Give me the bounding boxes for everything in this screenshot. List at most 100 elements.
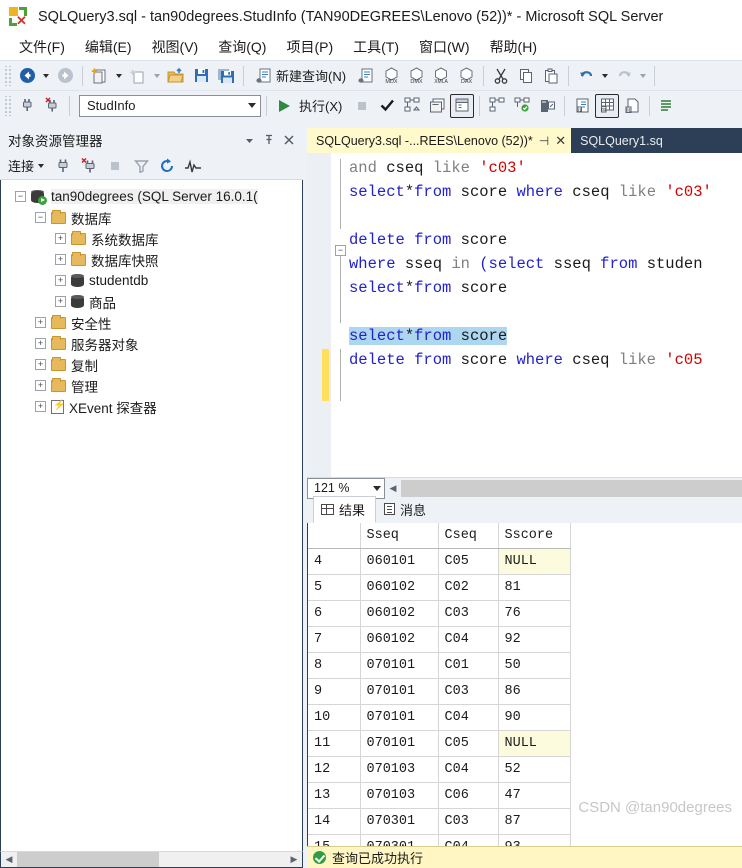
cell-sseq[interactable]: 070103 xyxy=(360,756,439,783)
results-to-text-icon[interactable]: 01 xyxy=(570,94,594,118)
code-lines[interactable]: − and cseq like 'c03' select*from score … xyxy=(331,153,742,477)
new-dmx-query-icon[interactable]: DMX xyxy=(404,64,428,88)
table-row[interactable]: 11 070101 C05 NULL xyxy=(308,730,571,757)
close-icon[interactable] xyxy=(279,130,299,150)
redo-icon[interactable] xyxy=(612,64,636,88)
results-to-grid-icon[interactable]: 01 xyxy=(595,93,620,118)
cell-sseq[interactable]: 060101 xyxy=(360,548,439,575)
menu-help[interactable]: 帮助(H) xyxy=(481,35,546,59)
cell-cseq[interactable]: C04 xyxy=(438,704,499,731)
cell-cseq[interactable]: C05 xyxy=(438,730,499,757)
cell-sscore[interactable]: 90 xyxy=(498,704,571,731)
cell-cseq[interactable]: C04 xyxy=(438,626,499,653)
database-selector[interactable]: StudInfo xyxy=(79,94,261,117)
copy-icon[interactable] xyxy=(514,64,538,88)
pin-icon[interactable] xyxy=(259,130,279,150)
tree-node-server-objects[interactable]: + 服务器对象 xyxy=(1,333,302,354)
tree-node-system-databases[interactable]: + 系统数据库 xyxy=(1,228,302,249)
filter-icon[interactable] xyxy=(129,155,153,177)
table-row[interactable]: 14 070301 C03 87 xyxy=(308,808,571,835)
include-actual-plan-icon[interactable] xyxy=(450,93,475,118)
table-row[interactable]: 6 060102 C03 76 xyxy=(308,600,571,627)
cell-cseq[interactable]: C03 xyxy=(438,808,499,835)
new-dax-query-icon[interactable]: DAX xyxy=(454,64,478,88)
column-header-rownum[interactable] xyxy=(308,522,361,549)
expander-plus-icon[interactable]: + xyxy=(35,359,46,370)
cell-cseq[interactable]: C01 xyxy=(438,652,499,679)
cell-sscore[interactable]: 86 xyxy=(498,678,571,705)
cell-cseq[interactable]: C03 xyxy=(438,678,499,705)
cell-sscore[interactable]: 93 xyxy=(498,834,571,846)
table-row[interactable]: 7 060102 C04 92 xyxy=(308,626,571,653)
cell-sseq[interactable]: 070301 xyxy=(360,834,439,846)
refresh-icon[interactable] xyxy=(155,155,179,177)
save-icon[interactable] xyxy=(189,64,213,88)
connect-icon[interactable] xyxy=(15,94,39,118)
toolbar-grip[interactable] xyxy=(4,95,12,116)
navigate-back-dropdown-icon[interactable] xyxy=(43,73,49,78)
table-row[interactable]: 12 070103 C04 52 xyxy=(308,756,571,783)
tab-messages[interactable]: 消息 xyxy=(376,496,437,523)
tab-sqlquery1[interactable]: SQLQuery1.sq xyxy=(571,128,668,153)
sqlcmd-mode-icon[interactable] xyxy=(535,94,559,118)
expander-plus-icon[interactable]: + xyxy=(55,233,66,244)
cell-cseq[interactable]: C04 xyxy=(438,834,499,846)
new-query-button[interactable]: 新建查询(N) xyxy=(249,64,353,88)
cell-sscore[interactable]: 50 xyxy=(498,652,571,679)
tree-node-database-snapshots[interactable]: + 数据库快照 xyxy=(1,249,302,270)
expander-plus-icon[interactable]: + xyxy=(55,275,66,286)
menu-project[interactable]: 项目(P) xyxy=(277,35,342,59)
close-icon[interactable]: ✕ xyxy=(555,134,566,147)
menu-view[interactable]: 视图(V) xyxy=(143,35,208,59)
menu-query[interactable]: 查询(Q) xyxy=(209,35,275,59)
disconnect-icon[interactable] xyxy=(40,94,64,118)
cell-cseq[interactable]: C06 xyxy=(438,782,499,809)
navigate-back-icon[interactable] xyxy=(15,64,39,88)
new-analysis-query-icon[interactable] xyxy=(354,64,378,88)
expander-plus-icon[interactable]: + xyxy=(35,380,46,391)
table-row[interactable]: 4 060101 C05 NULL xyxy=(308,548,571,575)
cell-sseq[interactable]: 070103 xyxy=(360,782,439,809)
cell-cseq[interactable]: C02 xyxy=(438,574,499,601)
save-all-icon[interactable] xyxy=(214,64,238,88)
scrollbar-thumb[interactable] xyxy=(17,852,159,867)
cell-sseq[interactable]: 070301 xyxy=(360,808,439,835)
stop-icon[interactable] xyxy=(103,155,127,177)
results-grid[interactable]: Sseq Cseq Sscore 4 060101 C05 NULL 5 060102 C… xyxy=(307,522,742,846)
connect-icon[interactable] xyxy=(51,155,75,177)
activity-monitor-icon[interactable] xyxy=(181,155,205,177)
menu-tools[interactable]: 工具(T) xyxy=(344,35,408,59)
new-item-dropdown-icon[interactable] xyxy=(154,73,160,78)
new-mdx-query-icon[interactable]: MDX xyxy=(379,64,403,88)
cell-sseq[interactable]: 060102 xyxy=(360,574,439,601)
table-row[interactable]: 15070301C0493 xyxy=(308,834,571,846)
pin-icon[interactable]: ⊣ xyxy=(539,134,549,148)
expander-plus-icon[interactable]: + xyxy=(35,338,46,349)
new-xmla-query-icon[interactable]: XMLA xyxy=(429,64,453,88)
new-project-dropdown-icon[interactable] xyxy=(116,73,122,78)
table-row[interactable]: 9 070101 C03 86 xyxy=(308,678,571,705)
display-estimated-plan-icon[interactable] xyxy=(400,94,424,118)
column-header-sseq[interactable]: Sseq xyxy=(360,522,439,549)
object-explorer-hscrollbar[interactable]: ◀ ▶ xyxy=(0,851,303,868)
parse-check-icon[interactable] xyxy=(375,94,399,118)
cell-sseq[interactable]: 060102 xyxy=(360,626,439,653)
results-to-file-icon[interactable]: 01 xyxy=(620,94,644,118)
new-project-icon[interactable] xyxy=(88,64,112,88)
undo-dropdown-icon[interactable] xyxy=(602,73,609,78)
chevron-down-icon[interactable] xyxy=(239,130,259,150)
execute-button[interactable]: 执行(X) xyxy=(272,94,349,118)
connect-dropdown-button[interactable]: 连接 xyxy=(8,154,49,177)
tab-sqlquery3[interactable]: SQLQuery3.sql -...REES\Lenovo (52))* ⊣ ✕ xyxy=(307,128,572,153)
tree-node-databases[interactable]: − 数据库 xyxy=(1,207,302,228)
scrollbar-track[interactable] xyxy=(17,852,286,867)
tree-node-shangpin[interactable]: + 商品 xyxy=(1,291,302,312)
navigate-forward-icon[interactable] xyxy=(53,64,77,88)
undo-icon[interactable] xyxy=(574,64,598,88)
editor-hscrollbar[interactable] xyxy=(401,479,742,497)
cell-sseq[interactable]: 070101 xyxy=(360,730,439,757)
cell-sscore[interactable]: NULL xyxy=(498,548,571,575)
scroll-left-icon[interactable]: ◀ xyxy=(1,852,17,867)
cell-sscore[interactable]: 92 xyxy=(498,626,571,653)
expander-minus-icon[interactable]: − xyxy=(35,212,46,223)
